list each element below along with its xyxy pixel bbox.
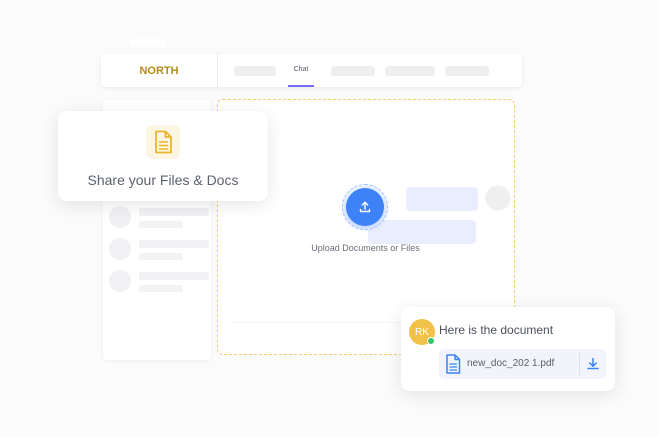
- decorative-bar: [129, 39, 166, 47]
- tab-placeholder[interactable]: [445, 66, 489, 76]
- share-files-label: Share your Files & Docs: [87, 172, 239, 188]
- upload-label: Upload Documents or Files: [311, 243, 420, 253]
- chat-bubble-faded: [406, 187, 478, 211]
- document-icon: [446, 354, 461, 374]
- top-navbar: NORTH Chat: [101, 54, 522, 87]
- tab-placeholder[interactable]: [385, 66, 435, 76]
- upload-button-halo[interactable]: [342, 184, 388, 230]
- online-status-dot: [427, 337, 435, 345]
- tab-placeholder[interactable]: [331, 66, 375, 76]
- share-files-card: Share your Files & Docs: [58, 111, 268, 201]
- avatar-placeholder: [109, 238, 131, 260]
- chat-bubble-faded: [368, 220, 476, 244]
- file-attachment[interactable]: new_doc_202 1.pdf: [439, 349, 606, 379]
- tab-placeholder[interactable]: [234, 66, 276, 76]
- message-text: Here is the document: [439, 323, 554, 337]
- tab-chat[interactable]: Chat: [288, 54, 314, 87]
- user-avatar-faded: [485, 185, 511, 211]
- message-card: RK Here is the document new_doc_202 1.pd…: [401, 307, 615, 391]
- file-name: new_doc_202 1.pdf: [467, 358, 555, 369]
- brand-logo: NORTH: [101, 54, 218, 87]
- download-icon[interactable]: [585, 356, 601, 372]
- upload-button[interactable]: [346, 188, 384, 226]
- document-icon: [146, 125, 180, 159]
- avatar-placeholder: [109, 206, 131, 228]
- upload-icon: [359, 201, 371, 213]
- avatar-placeholder: [109, 270, 131, 292]
